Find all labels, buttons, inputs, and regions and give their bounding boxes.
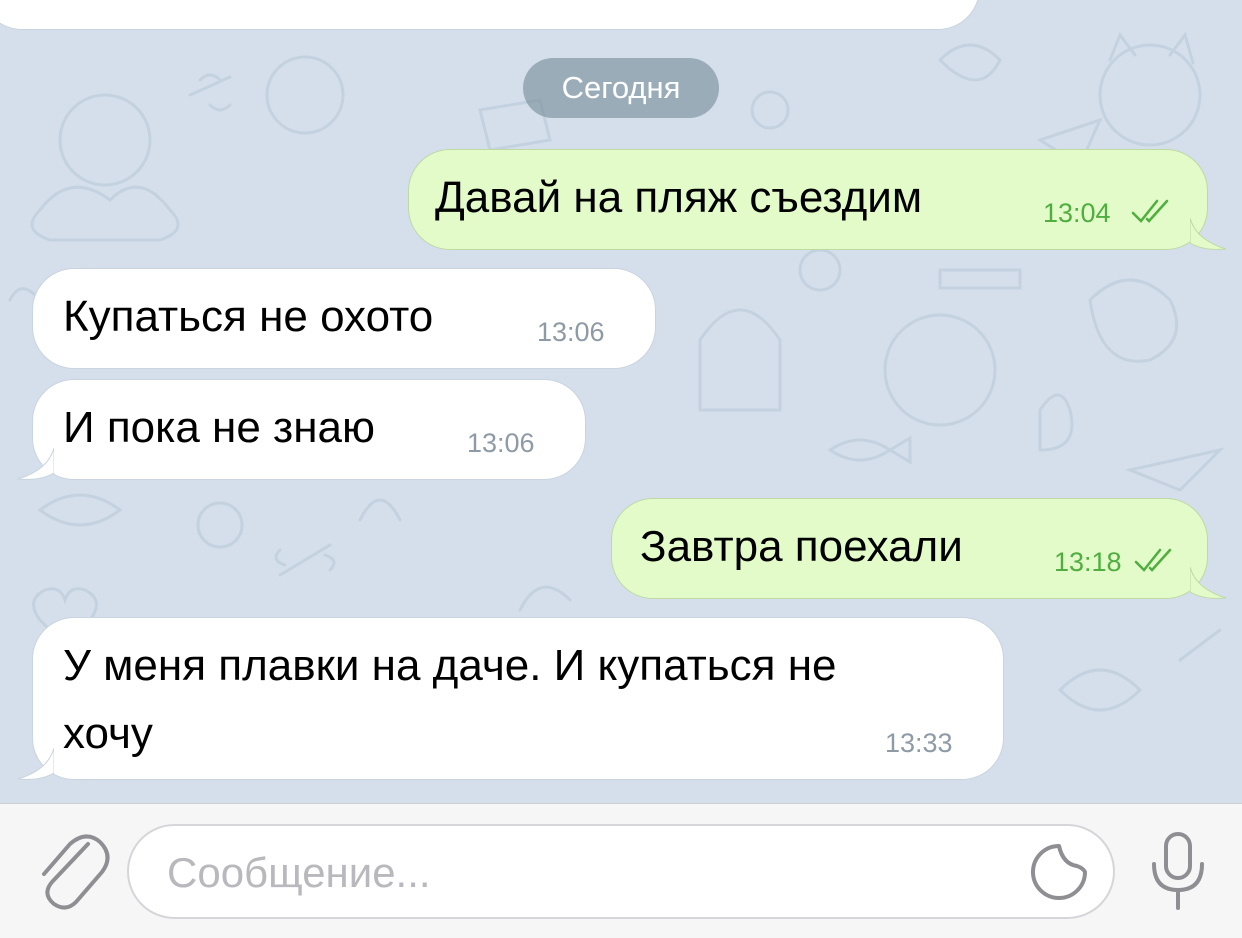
message-field[interactable]: [127, 824, 1115, 919]
message-text: Давай на пляж съездим: [435, 173, 923, 222]
bubble-tail: [17, 748, 54, 780]
message-time: 13:06: [537, 317, 605, 347]
message-text-line-2: хочу: [63, 709, 153, 758]
message-text: Завтра поехали: [640, 522, 963, 571]
date-divider: Сегодня: [523, 58, 719, 118]
message-bubble-incoming[interactable]: Купаться не охото 13:06: [32, 268, 656, 369]
message-input[interactable]: [165, 840, 1029, 906]
message-text-line-1: У меня плавки на даче. И купаться не: [63, 641, 837, 690]
microphone-icon[interactable]: [1146, 830, 1210, 912]
double-check-icon: [1134, 548, 1172, 572]
message-text: Купаться не охото: [63, 292, 434, 341]
sticker-icon[interactable]: [1029, 842, 1089, 902]
message-time: 13:06: [467, 428, 535, 458]
message-bubble-incoming[interactable]: У меня плавки на даче. И купаться не хоч…: [32, 617, 1004, 780]
bubble-tail: [1190, 567, 1227, 599]
bubble-tail: [17, 448, 54, 480]
message-text: И пока не знаю: [63, 403, 375, 452]
message-time: 13:33: [885, 728, 953, 758]
message-bubble-incoming[interactable]: [0, 0, 980, 30]
message-time: 13:18: [1054, 547, 1122, 577]
message-input-bar: [0, 803, 1242, 938]
chat-area[interactable]: Сегодня Давай на пляж съездим 13:04 Купа…: [0, 0, 1242, 803]
bubble-tail: [1190, 218, 1227, 250]
paperclip-icon[interactable]: [30, 826, 110, 914]
message-bubble-outgoing[interactable]: Давай на пляж съездим 13:04: [408, 149, 1208, 250]
message-bubble-outgoing[interactable]: Завтра поехали 13:18: [611, 498, 1208, 599]
double-check-icon: [1131, 199, 1169, 223]
message-time: 13:04: [1043, 198, 1111, 228]
message-bubble-incoming[interactable]: И пока не знаю 13:06: [32, 379, 586, 480]
